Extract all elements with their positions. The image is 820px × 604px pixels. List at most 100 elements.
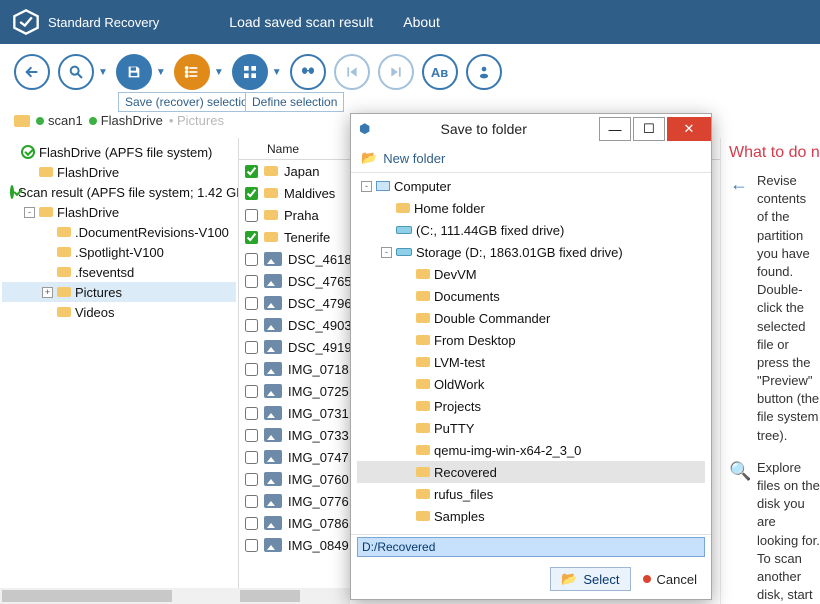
save-caret-icon[interactable]: ▼ (156, 67, 166, 78)
tree-row[interactable]: .Spotlight-V100 (2, 242, 236, 262)
image-icon (264, 406, 282, 420)
file-checkbox[interactable] (245, 275, 258, 288)
file-checkbox[interactable] (245, 407, 258, 420)
dialog-tree-label: Samples (434, 509, 485, 524)
file-checkbox[interactable] (245, 165, 258, 178)
tree-row[interactable]: .fseventsd (2, 262, 236, 282)
tree-row[interactable]: Scan result (APFS file system; 1.42 GB i… (2, 182, 236, 202)
file-checkbox[interactable] (245, 231, 258, 244)
tree-row[interactable]: -FlashDrive (2, 202, 236, 222)
help-p1: Revise contents of the partition you hav… (757, 172, 820, 445)
toolbar: ▼ ▼ ▼ ▼ Aʙ Save (recover) selection Defi… (0, 44, 820, 100)
back-button[interactable] (14, 54, 50, 90)
maximize-button[interactable]: ☐ (633, 117, 665, 141)
crumb-2[interactable]: FlashDrive (101, 113, 163, 128)
file-checkbox[interactable] (245, 385, 258, 398)
folder-icon (416, 379, 430, 389)
check-disk-icon (21, 145, 35, 159)
tree-row[interactable]: FlashDrive (APFS file system) (2, 142, 236, 162)
tree-row[interactable]: Videos (2, 302, 236, 322)
file-checkbox[interactable] (245, 319, 258, 332)
folder-icon (416, 445, 430, 455)
file-checkbox[interactable] (245, 473, 258, 486)
dialog-tree-row[interactable]: OldWork (357, 373, 705, 395)
dialog-path-row (351, 535, 711, 559)
dialog-tree-row[interactable]: qemu-img-win-x64-2_3_0 (357, 439, 705, 461)
tree-panel: FlashDrive (APFS file system) FlashDrive S… (0, 138, 238, 604)
dialog-tree-row[interactable]: -Storage (D:, 1863.01GB fixed drive) (357, 241, 705, 263)
tree-row[interactable]: +Pictures (2, 282, 236, 302)
dialog-tree-row[interactable]: Samples (357, 505, 705, 527)
tree-row[interactable]: .DocumentRevisions-V100 (2, 222, 236, 242)
file-checkbox[interactable] (245, 253, 258, 266)
dialog-tree-row[interactable]: Double Commander (357, 307, 705, 329)
tree-label: FlashDrive (APFS file system) (39, 145, 212, 160)
file-checkbox[interactable] (245, 539, 258, 552)
file-checkbox[interactable] (245, 495, 258, 508)
file-checkbox[interactable] (245, 341, 258, 354)
text-mode-button[interactable]: Aʙ (422, 54, 458, 90)
tree-label: .Spotlight-V100 (75, 245, 164, 260)
file-checkbox[interactable] (245, 209, 258, 222)
folder-icon (57, 247, 71, 257)
dialog-tree-row[interactable]: From Desktop (357, 329, 705, 351)
new-folder-icon: 📂 (361, 150, 377, 166)
dialog-tree-row[interactable]: LVM-test (357, 351, 705, 373)
tree-h-scrollbar[interactable] (0, 588, 238, 604)
minimize-button[interactable]: — (599, 117, 631, 141)
expand-toggle[interactable]: - (361, 181, 372, 192)
dialog-tree-row[interactable]: Documents (357, 285, 705, 307)
tree-label: FlashDrive (57, 165, 119, 180)
dialog-tree-row[interactable]: rufus_files (357, 483, 705, 505)
close-button[interactable]: ✕ (667, 117, 711, 141)
dialog-tree-row[interactable]: Recovered (357, 461, 705, 483)
rescan-caret-icon[interactable]: ▼ (98, 67, 108, 78)
cancel-dot-icon (643, 575, 651, 583)
image-icon (264, 450, 282, 464)
arrow-left-icon: ← (729, 172, 749, 445)
dialog-tree-row[interactable]: Home folder (357, 197, 705, 219)
dialog-footer: 📂Select Cancel (351, 559, 711, 599)
expand-toggle[interactable]: - (381, 247, 392, 258)
dialog-path-input[interactable] (357, 537, 705, 557)
user-button[interactable] (466, 54, 502, 90)
file-name: Japan (284, 164, 319, 179)
dialog-tree-row[interactable]: (C:, 111.44GB fixed drive) (357, 219, 705, 241)
expand-toggle[interactable]: - (24, 207, 35, 218)
top-bar: Standard Recovery Load saved scan result… (0, 0, 820, 44)
dialog-tree-row[interactable]: PuTTY (357, 417, 705, 439)
dialog-tree-label: Computer (394, 179, 451, 194)
crumb-1[interactable]: scan1 (48, 113, 83, 128)
dialog-cancel-button[interactable]: Cancel (643, 572, 697, 587)
tree-label: Scan result (APFS file system; 1.42 GB i… (18, 185, 238, 200)
file-checkbox[interactable] (245, 297, 258, 310)
find-button[interactable] (290, 54, 326, 90)
save-recover-button[interactable] (116, 54, 152, 90)
dialog-select-button[interactable]: 📂Select (550, 567, 630, 591)
dialog-tree-row[interactable]: DevVM (357, 263, 705, 285)
file-checkbox[interactable] (245, 363, 258, 376)
file-checkbox[interactable] (245, 429, 258, 442)
menu-about[interactable]: About (403, 14, 440, 30)
dialog-tree-row[interactable]: - Computer (357, 175, 705, 197)
file-checkbox[interactable] (245, 517, 258, 530)
tree-row[interactable]: FlashDrive (2, 162, 236, 182)
dialog-tree-row[interactable]: Projects (357, 395, 705, 417)
folder-icon (14, 115, 30, 127)
rescan-button[interactable] (58, 54, 94, 90)
file-checkbox[interactable] (245, 451, 258, 464)
folder-icon (416, 401, 430, 411)
list-caret-icon[interactable]: ▼ (214, 67, 224, 78)
folder-icon (416, 335, 430, 345)
define-caret-icon[interactable]: ▼ (272, 67, 282, 78)
magnifier-icon: 🔍 (729, 459, 749, 604)
crumb-3[interactable]: Pictures (177, 113, 224, 128)
define-selection-button[interactable] (232, 54, 268, 90)
files-h-scrollbar[interactable] (238, 588, 350, 604)
expand-toggle[interactable]: + (42, 287, 53, 298)
menu-load-scan[interactable]: Load saved scan result (229, 14, 373, 30)
list-options-button[interactable] (174, 54, 210, 90)
new-folder-button[interactable]: New folder (383, 151, 445, 166)
file-checkbox[interactable] (245, 187, 258, 200)
dialog-titlebar[interactable]: ⬢ Save to folder — ☐ ✕ (351, 114, 711, 144)
